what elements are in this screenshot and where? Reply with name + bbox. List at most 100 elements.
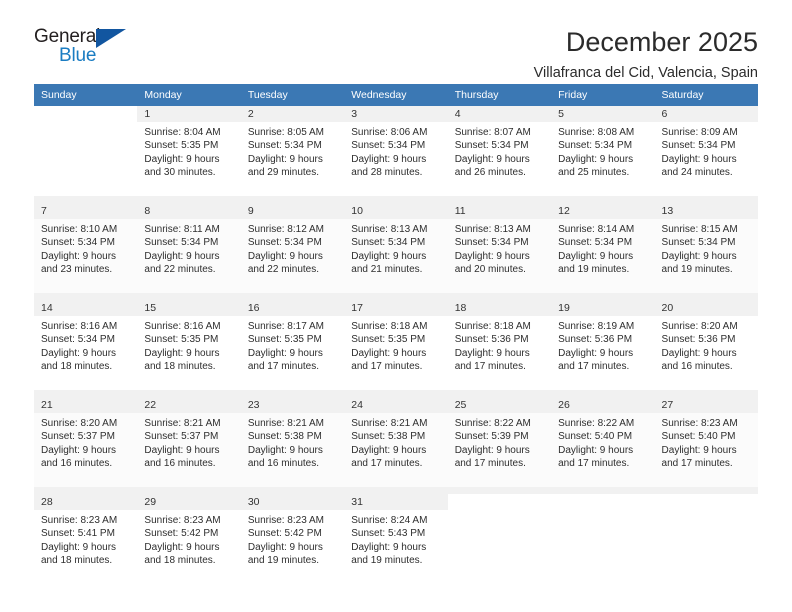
calendar-day-cell[interactable]: 3 Sunrise: 8:06 AM Sunset: 5:34 PM Daylight… [344,106,448,196]
calendar-day-cell[interactable]: 2 Sunrise: 8:05 AM Sunset: 5:34 PM Daylight… [240,106,345,196]
daylight-text: Daylight: 9 hours [351,250,427,262]
sunrise-text: Sunrise: 8:12 AM [247,224,324,235]
sunrise-text: Sunrise: 8:21 AM [351,418,428,429]
day-number: 4 [447,106,552,122]
sunrise-text: Sunrise: 8:07 AM [454,127,531,138]
calendar-day-cell[interactable]: 12 Sunrise: 8:14 AM Sunset: 5:34 PM Dayligh… [551,203,655,293]
daylight-text: Daylight: 9 hours [351,153,427,165]
calendar-day-cell[interactable]: 28 Sunrise: 8:23 AM Sunset: 5:41 PM Dayligh… [34,494,138,584]
calendar-day-cell[interactable]: 7 Sunrise: 8:10 AM Sunset: 5:34 PM Daylight… [34,203,138,293]
day-details: Sunrise: 8:23 AM Sunset: 5:41 PM Daylight:… [34,510,137,568]
day-number: 26 [551,397,655,413]
calendar-day-cell[interactable]: 21 Sunrise: 8:20 AM Sunset: 5:37 PM Dayligh… [34,397,138,487]
day-details: Sunrise: 8:23 AM Sunset: 5:42 PM Daylight:… [137,510,240,568]
calendar-day-cell[interactable]: 25 Sunrise: 8:22 AM Sunset: 5:39 PM Dayligh… [447,397,552,487]
sunrise-text: Sunrise: 8:19 AM [558,321,635,332]
calendar-header-row: Sunday Monday Tuesday Wednesday Thursday Frid… [34,84,758,106]
day-details: Sunrise: 8:21 AM Sunset: 5:38 PM Daylight:… [344,413,447,471]
weekday-header-tuesday: Tuesday [240,84,345,106]
day-details: Sunrise: 8:11 AM Sunset: 5:34 PM Daylight:… [137,219,240,277]
calendar-page: General Blue December 2025 Villafranca d… [0,0,792,612]
daylight-text-cont: and 28 minutes. [351,167,423,179]
day-number [551,494,654,510]
sunset-text: Sunset: 5:35 PM [144,140,219,152]
calendar-day-cell[interactable]: 11 Sunrise: 8:13 AM Sunset: 5:34 PM Dayligh… [447,203,552,293]
daylight-text-cont: and 22 minutes. [144,264,216,276]
calendar-day-cell[interactable]: 9 Sunrise: 8:12 AM Sunset: 5:34 PM Daylight… [240,203,345,293]
calendar-day-cell[interactable]: 18 Sunrise: 8:18 AM Sunset: 5:36 PM Dayligh… [447,300,552,390]
daylight-text: Daylight: 9 hours [247,153,323,165]
calendar-day-cell[interactable]: 14 Sunrise: 8:16 AM Sunset: 5:34 PM Dayligh… [34,300,138,390]
day-number: 11 [447,203,552,219]
sunrise-text: Sunrise: 8:23 AM [41,515,118,526]
sunset-text: Sunset: 5:34 PM [41,334,115,346]
calendar-day-cell[interactable]: 16 Sunrise: 8:17 AM Sunset: 5:35 PM Dayligh… [240,300,345,390]
daylight-text-cont: and 16 minutes. [144,458,216,470]
day-number [34,106,137,122]
sunset-text: Sunset: 5:37 PM [41,431,115,443]
calendar-day-cell[interactable]: 22 Sunrise: 8:21 AM Sunset: 5:37 PM Dayligh… [137,397,241,487]
daylight-text-cont: and 17 minutes. [454,361,526,373]
day-number: 3 [344,106,448,122]
calendar-day-cell[interactable]: 20 Sunrise: 8:20 AM Sunset: 5:36 PM Dayligh… [654,300,758,390]
calendar-day-cell[interactable]: 17 Sunrise: 8:18 AM Sunset: 5:35 PM Dayligh… [344,300,448,390]
sunrise-text: Sunrise: 8:17 AM [247,321,324,332]
sunset-text: Sunset: 5:38 PM [351,431,426,443]
day-number: 7 [34,203,138,219]
week-separator-cell [34,293,758,300]
week-separator-cell [34,487,758,494]
day-details: Sunrise: 8:21 AM Sunset: 5:37 PM Daylight:… [137,413,240,471]
weekday-header-saturday: Saturday [654,84,758,106]
calendar-day-cell[interactable]: 6 Sunrise: 8:09 AM Sunset: 5:34 PM Daylight… [654,106,758,196]
sunset-text: Sunset: 5:36 PM [558,334,633,346]
calendar-day-cell[interactable]: 5 Sunrise: 8:08 AM Sunset: 5:34 PM Daylight… [551,106,655,196]
daylight-text-cont: and 19 minutes. [351,555,423,567]
sunset-text: Sunset: 5:34 PM [41,237,115,249]
sunset-text: Sunset: 5:34 PM [558,237,633,249]
daylight-text-cont: and 24 minutes. [661,167,733,179]
calendar-day-cell[interactable]: 27 Sunrise: 8:23 AM Sunset: 5:40 PM Dayligh… [654,397,758,487]
day-number: 21 [34,397,138,413]
calendar-day-cell[interactable]: 29 Sunrise: 8:23 AM Sunset: 5:42 PM Dayligh… [137,494,241,584]
location-subtitle: Villafranca del Cid, Valencia, Spain [533,65,758,81]
day-details: Sunrise: 8:14 AM Sunset: 5:34 PM Daylight:… [551,219,654,277]
calendar-day-cell[interactable]: 8 Sunrise: 8:11 AM Sunset: 5:34 PM Daylight… [137,203,241,293]
calendar-day-cell[interactable]: 10 Sunrise: 8:13 AM Sunset: 5:34 PM Dayligh… [344,203,448,293]
calendar-day-cell[interactable]: 15 Sunrise: 8:16 AM Sunset: 5:35 PM Dayligh… [137,300,241,390]
calendar-day-cell[interactable]: 4 Sunrise: 8:07 AM Sunset: 5:34 PM Daylight… [447,106,552,196]
day-number: 10 [344,203,448,219]
daylight-text: Daylight: 9 hours [558,153,634,165]
day-details: Sunrise: 8:20 AM Sunset: 5:36 PM Daylight:… [655,316,758,374]
sunset-text: Sunset: 5:35 PM [144,334,219,346]
general-blue-logo[interactable]: General Blue [34,26,146,74]
sunset-text: Sunset: 5:34 PM [144,237,219,249]
calendar-day-cell[interactable]: 23 Sunrise: 8:21 AM Sunset: 5:38 PM Dayligh… [240,397,345,487]
sunrise-text: Sunrise: 8:20 AM [661,321,738,332]
daylight-text: Daylight: 9 hours [41,541,117,553]
calendar-day-cell[interactable]: 13 Sunrise: 8:15 AM Sunset: 5:34 PM Dayligh… [654,203,758,293]
daylight-text-cont: and 21 minutes. [351,264,423,276]
day-number: 13 [654,203,758,219]
sunrise-text: Sunrise: 8:08 AM [558,127,635,138]
calendar-day-cell[interactable]: 30 Sunrise: 8:23 AM Sunset: 5:42 PM Dayligh… [240,494,345,584]
day-number: 22 [137,397,241,413]
sunrise-text: Sunrise: 8:23 AM [661,418,738,429]
calendar-day-cell[interactable]: 24 Sunrise: 8:21 AM Sunset: 5:38 PM Dayligh… [344,397,448,487]
calendar-day-cell[interactable]: 26 Sunrise: 8:22 AM Sunset: 5:40 PM Dayligh… [551,397,655,487]
daylight-text: Daylight: 9 hours [144,153,220,165]
day-details: Sunrise: 8:16 AM Sunset: 5:34 PM Daylight:… [34,316,137,374]
day-details: Sunrise: 8:21 AM Sunset: 5:38 PM Daylight:… [241,413,344,471]
daylight-text: Daylight: 9 hours [454,153,530,165]
day-number: 28 [34,494,138,510]
day-details: Sunrise: 8:20 AM Sunset: 5:37 PM Daylight:… [34,413,137,471]
sunrise-text: Sunrise: 8:22 AM [558,418,635,429]
day-number: 16 [240,300,345,316]
calendar-day-cell[interactable]: 19 Sunrise: 8:19 AM Sunset: 5:36 PM Dayligh… [551,300,655,390]
day-details: Sunrise: 8:05 AM Sunset: 5:34 PM Daylight:… [241,122,344,180]
page-header: General Blue December 2025 Villafranca d… [34,0,758,81]
daylight-text: Daylight: 9 hours [41,347,117,359]
sunset-text: Sunset: 5:43 PM [351,528,426,540]
calendar-day-cell[interactable]: 1 Sunrise: 8:04 AM Sunset: 5:35 PM Daylight… [137,106,241,196]
calendar-day-cell[interactable]: 31 Sunrise: 8:24 AM Sunset: 5:43 PM Dayligh… [344,494,448,584]
sunrise-text: Sunrise: 8:09 AM [661,127,738,138]
